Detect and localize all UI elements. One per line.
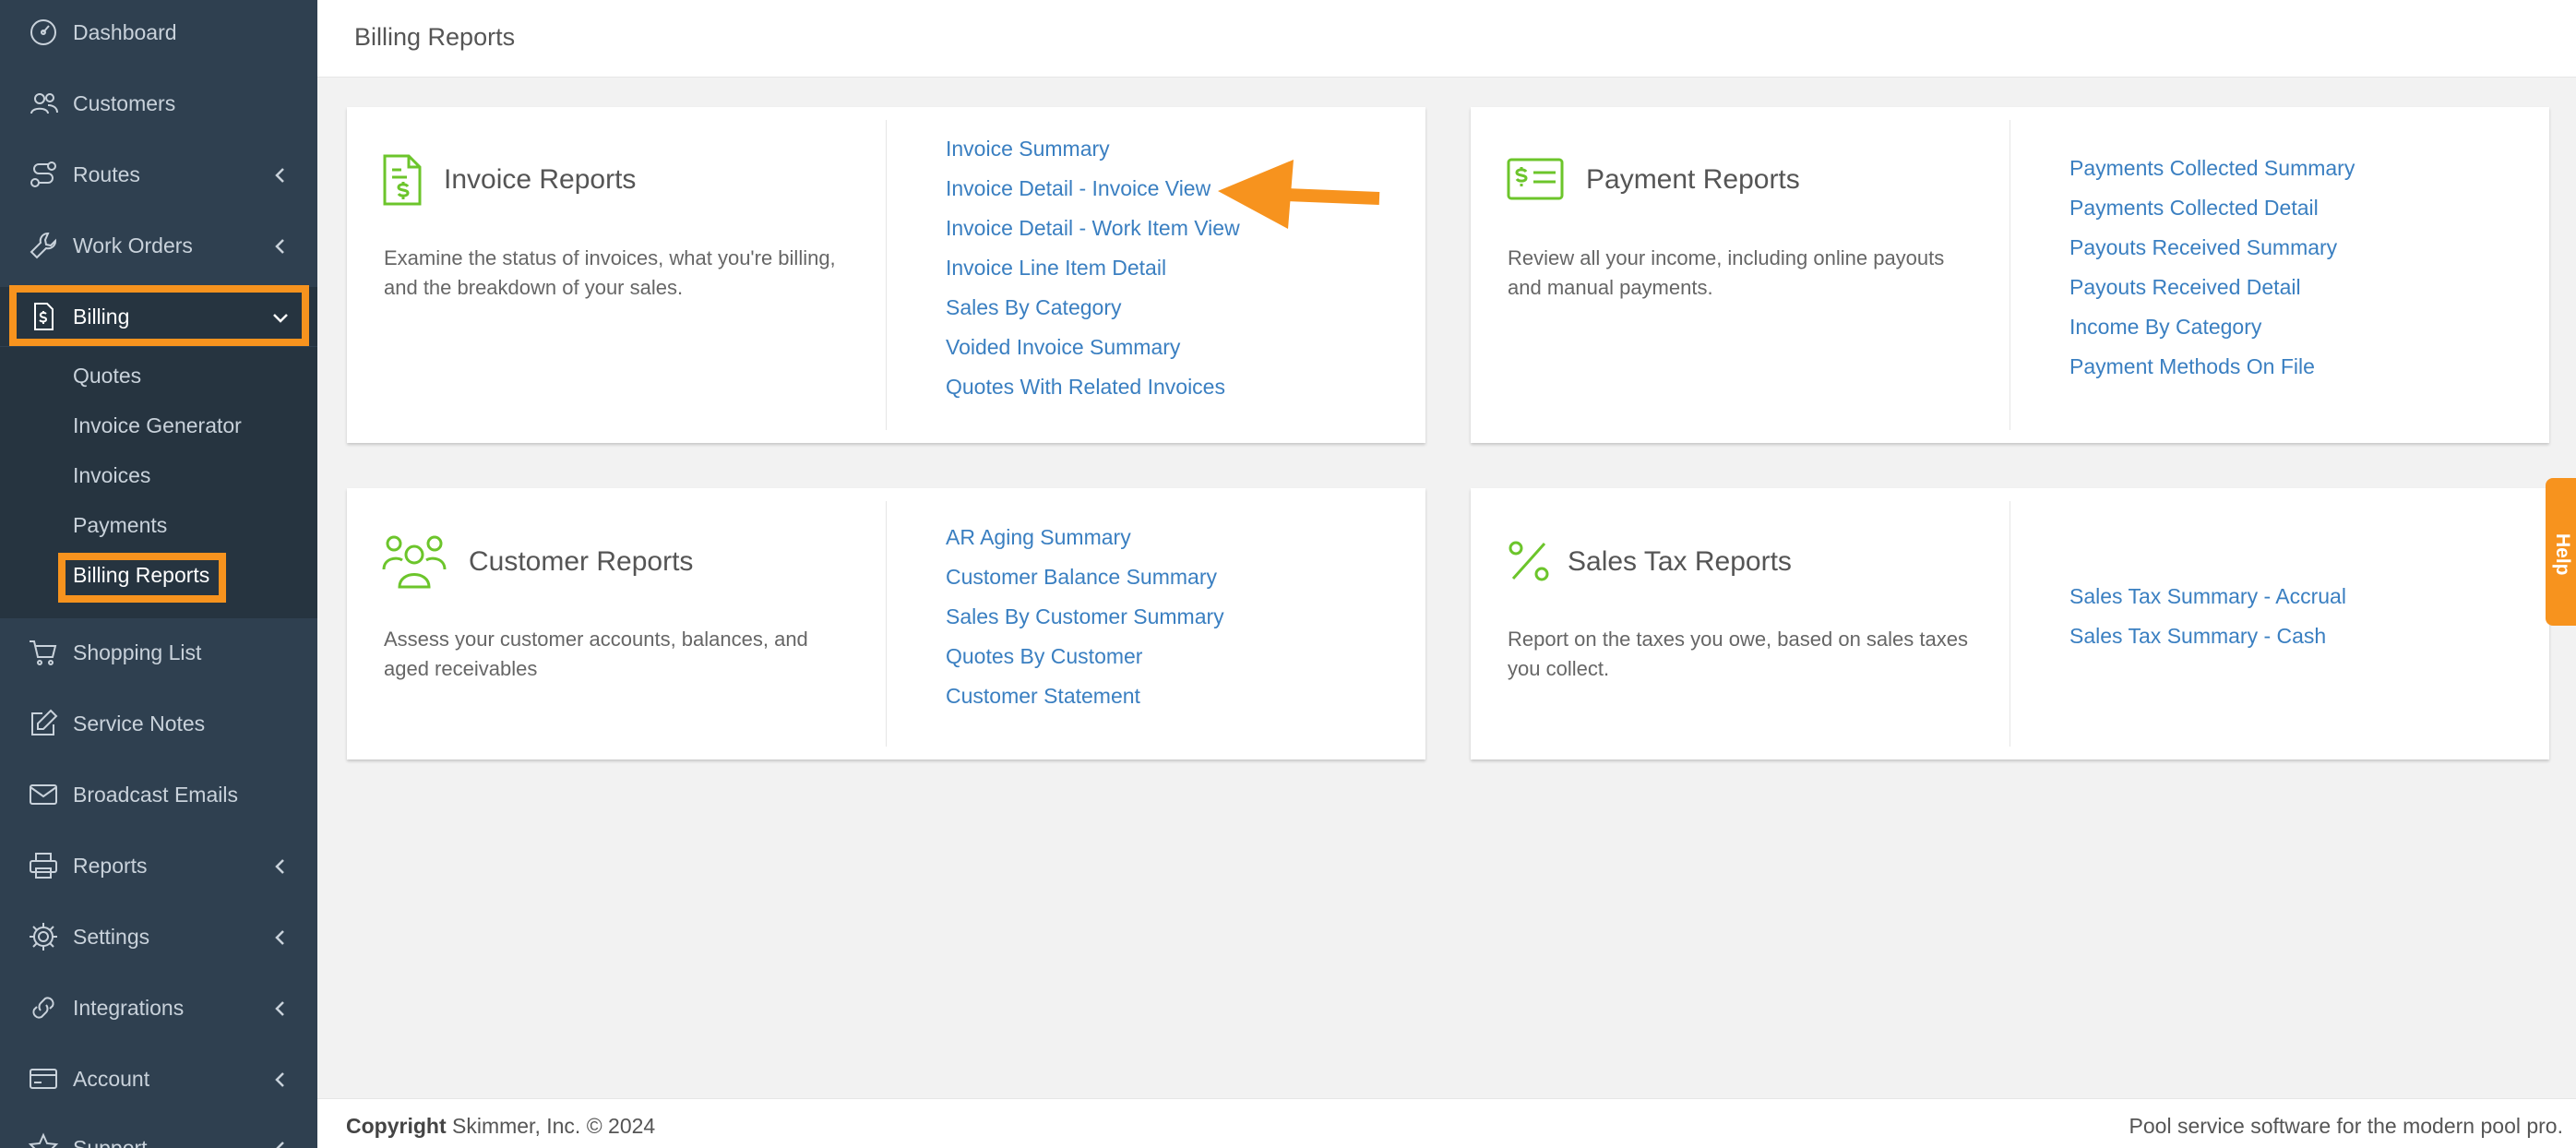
report-link-quotes-by-customer[interactable]: Quotes By Customer — [946, 644, 1142, 669]
credit-card-icon — [28, 1063, 59, 1094]
report-link-sales-by-customer-summary[interactable]: Sales By Customer Summary — [946, 604, 1224, 629]
footer-copyright: Copyright Skimmer, Inc. © 2024 — [346, 1114, 655, 1139]
chevron-left-icon — [271, 236, 290, 255]
help-tab[interactable]: Help — [2546, 478, 2576, 626]
dashboard-icon — [28, 17, 59, 48]
sidebar-item-work-orders[interactable]: Work Orders — [0, 216, 317, 275]
report-link-payments-collected-summary[interactable]: Payments Collected Summary — [2069, 156, 2355, 181]
sidebar-item-label: Customers — [73, 90, 176, 115]
sidebar-item-label: Account — [73, 1066, 150, 1091]
report-link-sales-tax-summary-accrual[interactable]: Sales Tax Summary - Accrual — [2069, 584, 2346, 609]
sidebar-item-broadcast-emails[interactable]: Broadcast Emails — [0, 765, 317, 824]
card-description: Review all your income, including online… — [1508, 246, 1945, 299]
billing-reports-highlight — [58, 553, 226, 603]
sidebar-item-shopping-list[interactable]: Shopping List — [0, 623, 317, 682]
sidebar-item-reports[interactable]: Reports — [0, 836, 317, 895]
sidebar-item-label: Integrations — [73, 995, 185, 1020]
money-bill-icon — [1506, 157, 1565, 206]
footer: Copyright Skimmer, Inc. © 2024 Pool serv… — [317, 1098, 2576, 1148]
submenu-item-invoices[interactable]: Invoices — [73, 463, 150, 488]
submenu-item-quotes[interactable]: Quotes — [73, 364, 141, 389]
report-link-invoice-line-item-detail[interactable]: Invoice Line Item Detail — [946, 256, 1166, 281]
sidebar-item-dashboard[interactable]: Dashboard — [0, 3, 317, 62]
sidebar-item-support[interactable]: Support — [0, 1118, 317, 1148]
footer-tagline: Pool service software for the modern poo… — [2129, 1114, 2563, 1138]
link-icon — [28, 992, 59, 1023]
sidebar-item-label: Service Notes — [73, 711, 206, 735]
report-link-payouts-received-summary[interactable]: Payouts Received Summary — [2069, 235, 2337, 260]
sidebar-item-label: Broadcast Emails — [73, 782, 238, 807]
arrow-icon — [1216, 157, 1382, 235]
card-divider — [886, 501, 887, 747]
billing-highlight — [9, 285, 309, 346]
sidebar-item-account[interactable]: Account — [0, 1049, 317, 1108]
copyright-text: Skimmer, Inc. © 2024 — [452, 1114, 656, 1138]
sidebar-item-label: Settings — [73, 924, 150, 949]
report-link-customer-balance-summary[interactable]: Customer Balance Summary — [946, 565, 1217, 590]
sidebar-item-label: Routes — [73, 161, 140, 186]
sidebar-item-service-notes[interactable]: Service Notes — [0, 694, 317, 753]
report-link-invoice-detail-work-item-view[interactable]: Invoice Detail - Work Item View — [946, 216, 1240, 241]
report-link-voided-invoice-summary[interactable]: Voided Invoice Summary — [946, 335, 1180, 360]
report-link-payouts-received-detail[interactable]: Payouts Received Detail — [2069, 275, 2301, 300]
submenu-item-payments[interactable]: Payments — [73, 513, 167, 538]
report-link-sales-by-category[interactable]: Sales By Category — [946, 295, 1121, 320]
report-link-payment-methods-on-file[interactable]: Payment Methods On File — [2069, 354, 2315, 379]
card-title: Payment Reports — [1586, 164, 1800, 195]
report-link-invoice-summary[interactable]: Invoice Summary — [946, 137, 1110, 161]
card-description: Examine the status of invoices, what you… — [384, 246, 836, 299]
customers-icon — [28, 88, 59, 119]
report-link-income-by-category[interactable]: Income By Category — [2069, 315, 2261, 340]
submenu-item-invoice-generator[interactable]: Invoice Generator — [73, 413, 242, 438]
report-link-customer-statement[interactable]: Customer Statement — [946, 684, 1140, 709]
envelope-icon — [28, 779, 59, 810]
card-divider — [886, 120, 887, 430]
chevron-left-icon — [271, 165, 290, 184]
card-description: Assess your customer accounts, balances,… — [384, 628, 808, 680]
sidebar-item-label: Reports — [73, 853, 148, 878]
card-title: Sales Tax Reports — [1568, 546, 1792, 577]
report-link-payments-collected-detail[interactable]: Payments Collected Detail — [2069, 196, 2319, 221]
sidebar-item-label: Dashboard — [73, 19, 177, 44]
chevron-left-icon — [271, 1070, 290, 1088]
sales-tax-reports-card: Sales Tax Reports Report on the taxes yo… — [1471, 488, 2549, 759]
card-title: Customer Reports — [469, 546, 694, 577]
help-tab-label: Help — [2552, 533, 2573, 576]
chevron-left-icon — [271, 856, 290, 875]
sidebar-item-label: Work Orders — [73, 233, 193, 257]
invoice-dollar-icon — [382, 153, 423, 211]
copyright-label: Copyright — [346, 1114, 447, 1138]
sidebar-item-routes[interactable]: Routes — [0, 145, 317, 204]
page-title: Billing Reports — [354, 23, 516, 51]
sidebar-item-settings[interactable]: Settings — [0, 907, 317, 966]
wrench-icon — [28, 230, 59, 261]
edit-icon — [28, 708, 59, 739]
card-title: Invoice Reports — [444, 164, 637, 195]
cart-icon — [28, 637, 59, 668]
chevron-left-icon — [271, 927, 290, 946]
report-link-sales-tax-summary-cash[interactable]: Sales Tax Summary - Cash — [2069, 624, 2326, 649]
sidebar: Dashboard Customers Routes Work Orders B… — [0, 0, 317, 1148]
printer-icon — [28, 850, 59, 881]
customer-reports-card: Customer Reports Assess your customer ac… — [347, 488, 1425, 759]
page-header: Billing Reports — [317, 0, 2576, 78]
report-link-quotes-with-related-invoices[interactable]: Quotes With Related Invoices — [946, 375, 1225, 400]
star-icon — [28, 1132, 59, 1148]
sidebar-item-label: Support — [73, 1135, 148, 1148]
payment-reports-card: Payment Reports Review all your income, … — [1471, 107, 2549, 443]
report-link-invoice-detail-invoice-view[interactable]: Invoice Detail - Invoice View — [946, 176, 1210, 201]
sidebar-item-customers[interactable]: Customers — [0, 74, 317, 133]
gear-icon — [28, 921, 59, 952]
sidebar-item-integrations[interactable]: Integrations — [0, 978, 317, 1037]
users-icon — [382, 532, 447, 594]
chevron-left-icon — [271, 1139, 290, 1148]
card-description: Report on the taxes you owe, based on sa… — [1508, 628, 1968, 680]
report-link-ar-aging-summary[interactable]: AR Aging Summary — [946, 525, 1131, 550]
percent-icon — [1508, 540, 1550, 587]
sidebar-item-label: Shopping List — [73, 640, 202, 664]
chevron-left-icon — [271, 999, 290, 1017]
routes-icon — [28, 159, 59, 190]
